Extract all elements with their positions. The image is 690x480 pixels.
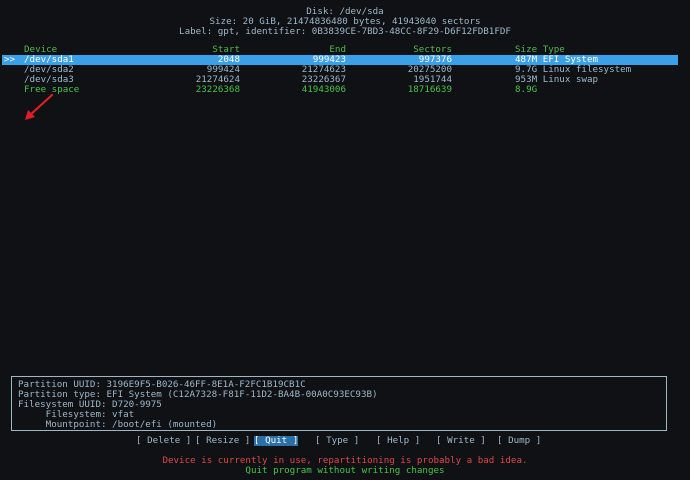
action-menu: [ Delete ] [ Resize ] [ Quit ] [ Type ] … [0,436,690,447]
delete-button[interactable]: [ Delete ] [136,436,191,446]
row-size: 8.9G [515,84,538,95]
row-start: 23226368 [195,84,240,95]
row-type: Linux swap [542,74,599,85]
partition-info-panel: Partition UUID: 3196E9F5-B026-46FF-8E1A-… [11,376,667,431]
status-message: Quit program without writing changes [245,465,445,476]
type-button[interactable]: [ Type ] [315,436,359,446]
table-row-free-space[interactable]: Free space 23226368 41943006 18716639 8.… [0,85,690,95]
resize-button[interactable]: [ Resize ] [195,436,250,446]
row-sectors: 18716639 [407,84,452,95]
cfdisk-terminal: Disk: /dev/sda Size: 20 GiB, 21474836480… [0,0,690,480]
mountpoint: Mountpoint: /boot/efi (mounted) [18,419,218,430]
help-button[interactable]: [ Help ] [376,436,420,446]
disk-label: Label: gpt, identifier: 0B3839CE-7BD3-48… [179,26,511,37]
annotation-arrow-icon [25,93,54,120]
row-selector: >> [4,54,16,65]
write-button[interactable]: [ Write ] [436,436,486,446]
row-end: 41943006 [301,84,346,95]
quit-button[interactable]: [ Quit ] [254,436,299,446]
dump-button[interactable]: [ Dump ] [497,436,541,446]
